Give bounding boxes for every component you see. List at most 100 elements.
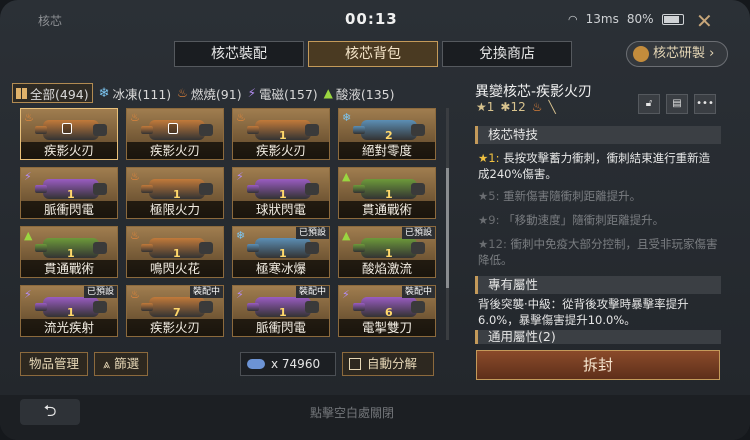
core-card[interactable]: ▲ 1 貫通戰術 — [338, 167, 436, 219]
core-card-name: 球狀閃電 — [233, 201, 329, 218]
blade-icon: ╲ — [548, 100, 556, 114]
grid-icon — [16, 87, 27, 99]
filter-acid[interactable]: ▲ 酸液(135) — [324, 83, 395, 103]
more-icon[interactable]: ••• — [694, 94, 716, 114]
status-badge: 已預設 — [295, 227, 329, 239]
core-detail-meta: ★1 ✱12 ♨ ╲ — [476, 100, 556, 114]
core-star-count: 2 — [385, 129, 393, 142]
core-card-name: 疾影火刃 — [21, 142, 117, 159]
core-card[interactable]: ❄ 2 絕對零度 — [338, 108, 436, 160]
skill-line: ★12: 衝刺中免疫大部分控制，且受非玩家傷害降低。 — [478, 236, 718, 268]
acid-element-icon: ▲ — [342, 170, 351, 183]
core-star-count: 1 — [385, 188, 393, 201]
core-card[interactable]: ⚡ 1 已預設 流光疾射 — [20, 285, 118, 337]
core-card[interactable]: ♨ 疾影火刃 — [20, 108, 118, 160]
general-section-header[interactable]: 通用屬性(2) — [475, 330, 721, 344]
core-card-name: 脈衝閃電 — [233, 319, 329, 336]
status-badge: 已預設 — [401, 227, 435, 239]
filter-all[interactable]: 全部(494) — [12, 83, 93, 103]
flame-icon: ♨ — [177, 86, 188, 100]
tab-core-bag[interactable]: 核芯背包 — [308, 41, 438, 67]
core-star-count: 1 — [67, 188, 75, 201]
skill-line: ★5: 重新傷害隨衝刺距離提升。 — [478, 188, 718, 204]
core-window: 核芯 00:13 ◠ 13ms 80% ✕ 核芯裝配 核芯背包 兌換商店 核芯研… — [0, 0, 750, 440]
core-card[interactable]: ▲ 1 已預設 酸焰激流 — [338, 226, 436, 278]
core-star-count: 1 — [173, 247, 181, 260]
skill-line: ★9: 「移動速度」隨衝刺距離提升。 — [478, 212, 718, 228]
core-card-name: 貫通戰術 — [339, 201, 435, 218]
core-card-name: 電掣雙刀 — [339, 319, 435, 336]
fire-element-icon: ♨ — [130, 288, 140, 301]
filter-label: 酸液(135) — [335, 86, 395, 102]
core-star-count: 1 — [279, 129, 287, 142]
exclusive-attribute: 背後突襲·中級：從背後攻擊時暴擊率提升6.0%，暴擊傷害提升10.0%。 — [478, 297, 689, 327]
skill-line: ★1: 長按攻擊蓄力衝刺，衝刺結束進行重新造成240%傷害。 — [478, 150, 718, 182]
skill-star: ★9: — [478, 213, 500, 227]
skill-star: ★5: — [478, 189, 500, 203]
lock-icon — [62, 123, 72, 134]
window-title: 核芯 — [38, 14, 63, 28]
grid-scrollbar[interactable] — [446, 108, 449, 340]
filter-ice[interactable]: ❄ 冰凍(111) — [99, 83, 172, 103]
status-indicators: ◠ 13ms 80% — [568, 12, 684, 26]
fire-element-icon: ♨ — [130, 229, 140, 242]
ice-element-icon: ❄ — [236, 229, 246, 242]
acid-element-icon: ▲ — [24, 229, 33, 242]
core-star-count: 7 — [173, 306, 181, 319]
status-badge: 裝配中 — [401, 286, 435, 298]
close-hint[interactable]: 點擊空白處關閉 — [310, 404, 394, 421]
close-icon[interactable]: ✕ — [696, 9, 713, 33]
fire-element-icon: ♨ — [24, 111, 34, 124]
battery-level: 80% — [626, 12, 654, 26]
core-card[interactable]: ♨ 1 疾影火刃 — [232, 108, 330, 160]
currency-icon — [247, 359, 265, 369]
core-star-count: 1 — [173, 188, 181, 201]
star-rating: ★1 — [476, 100, 495, 114]
auto-dismantle-button[interactable]: 自動分解 — [342, 352, 434, 376]
lightning-icon: ⚡ — [247, 86, 257, 100]
core-card[interactable]: ⚡ 1 球狀閃電 — [232, 167, 330, 219]
core-star-count: 1 — [279, 247, 287, 260]
back-button[interactable]: ⮌ — [20, 399, 80, 425]
core-card[interactable]: ⚡ 1 裝配中 脈衝閃電 — [232, 285, 330, 337]
tab-exchange-shop[interactable]: 兌換商店 — [442, 41, 572, 67]
item-management-button[interactable]: 物品管理 — [20, 352, 89, 376]
core-card[interactable]: ♨ 7 裝配中 疾影火刃 — [126, 285, 224, 337]
latency: 13ms — [585, 12, 619, 26]
box-icon — [349, 358, 361, 370]
unseal-button[interactable]: 拆封 — [476, 350, 720, 380]
filter-button[interactable]: ⩓ 篩選 — [94, 352, 149, 376]
core-card[interactable]: ♨ 1 鳴閃火花 — [126, 226, 224, 278]
core-research-button[interactable]: 核芯研製 › — [626, 41, 728, 67]
inspect-icon[interactable]: ▤ — [666, 94, 688, 114]
core-card[interactable]: ⚡ 6 裝配中 電掣雙刀 — [338, 285, 436, 337]
skill-text: 「移動速度」隨衝刺距離提升。 — [503, 213, 665, 227]
filter-label: 冰凍(111) — [112, 86, 172, 102]
unlock-icon[interactable]: 🔓︎ — [638, 94, 660, 114]
elec-element-icon: ⚡ — [236, 288, 244, 301]
core-star-count: 1 — [67, 306, 75, 319]
fire-element-icon: ♨ — [130, 111, 140, 124]
core-card-name: 疾影火刃 — [127, 319, 223, 336]
elec-element-icon: ⚡ — [24, 170, 32, 183]
core-card[interactable]: ⚡ 1 脈衝閃電 — [20, 167, 118, 219]
core-grid: ♨ 疾影火刃 ♨ 疾影火刃 ♨ 1 疾影火刃 ❄ 2 絕對零度 ⚡ 1 脈衝閃電 ♨ 1 極限火力 ⚡ 1 球狀閃電… — [20, 108, 440, 337]
core-card[interactable]: ♨ 1 極限火力 — [126, 167, 224, 219]
skill-text: 衝刺中免疫大部分控制，且受非玩家傷害降低。 — [478, 237, 718, 267]
skill-star: ★12: — [478, 237, 507, 251]
filter-electric[interactable]: ⚡ 電磁(157) — [248, 83, 318, 103]
back-arrow-icon: ⮌ — [43, 401, 57, 420]
fire-element-icon: ♨ — [130, 170, 140, 183]
core-card-name: 極限火力 — [127, 201, 223, 218]
scroll-thumb[interactable] — [446, 168, 449, 288]
core-star-count: 1 — [279, 188, 287, 201]
flame-icon: ♨ — [531, 100, 543, 114]
tab-core-equip[interactable]: 核芯裝配 — [174, 41, 304, 67]
core-card[interactable]: ♨ 疾影火刃 — [126, 108, 224, 160]
core-star-count: 1 — [385, 247, 393, 260]
core-card[interactable]: ❄ 1 已預設 極寒冰爆 — [232, 226, 330, 278]
filter-label: 燃燒(91) — [190, 86, 242, 102]
core-card[interactable]: ▲ 1 貫通戰術 — [20, 226, 118, 278]
filter-fire[interactable]: ♨ 燃燒(91) — [177, 83, 241, 103]
core-card-name: 鳴閃火花 — [127, 260, 223, 277]
